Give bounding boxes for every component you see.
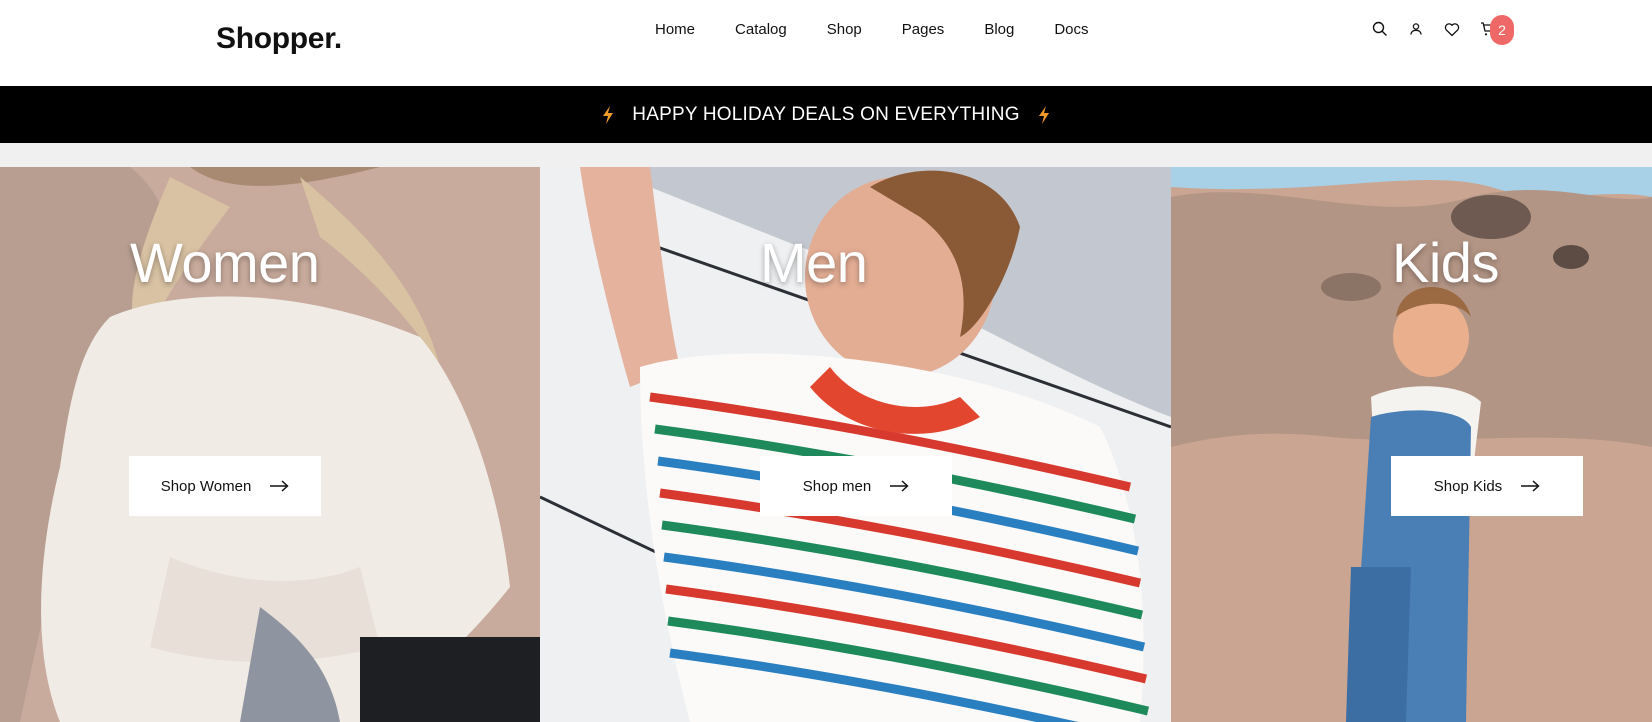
nav-pages[interactable]: Pages — [902, 21, 945, 39]
nav-docs[interactable]: Docs — [1054, 21, 1088, 39]
shop-kids-label: Shop Kids — [1433, 477, 1503, 495]
cart-count-badge: 2 — [1490, 15, 1514, 45]
arrow-right-icon — [1520, 480, 1540, 492]
heart-icon[interactable] — [1442, 18, 1462, 40]
site-logo[interactable]: Shopper. — [216, 22, 342, 56]
lightning-icon — [1038, 105, 1050, 124]
promo-text: HAPPY HOLIDAY DEALS ON EVERYTHING — [632, 103, 1020, 125]
shop-kids-button[interactable]: Shop Kids — [1391, 456, 1583, 516]
arrow-right-icon — [269, 480, 289, 492]
category-title-women: Women — [130, 231, 320, 294]
shop-women-button[interactable]: Shop Women — [129, 456, 321, 516]
shop-men-button[interactable]: Shop men — [760, 456, 952, 516]
promo-bar: HAPPY HOLIDAY DEALS ON EVERYTHING — [0, 86, 1652, 143]
header-icons: 2 — [1370, 15, 1514, 45]
nav-catalog[interactable]: Catalog — [735, 21, 787, 39]
shop-women-label: Shop Women — [160, 477, 252, 495]
search-icon[interactable] — [1370, 18, 1390, 40]
arrow-right-icon — [889, 480, 909, 492]
lightning-icon — [602, 105, 614, 124]
shop-men-label: Shop men — [802, 477, 872, 495]
nav-shop[interactable]: Shop — [827, 21, 862, 39]
category-title-men: Men — [760, 231, 868, 294]
nav-blog[interactable]: Blog — [984, 21, 1014, 39]
user-icon[interactable] — [1406, 18, 1426, 40]
site-header: Shopper. Home Catalog Shop Pages Blog Do… — [0, 0, 1652, 86]
category-title-kids: Kids — [1392, 231, 1499, 294]
nav-home[interactable]: Home — [655, 21, 695, 39]
main-nav: Home Catalog Shop Pages Blog Docs — [655, 21, 1129, 39]
cart-icon[interactable]: 2 — [1478, 15, 1514, 45]
